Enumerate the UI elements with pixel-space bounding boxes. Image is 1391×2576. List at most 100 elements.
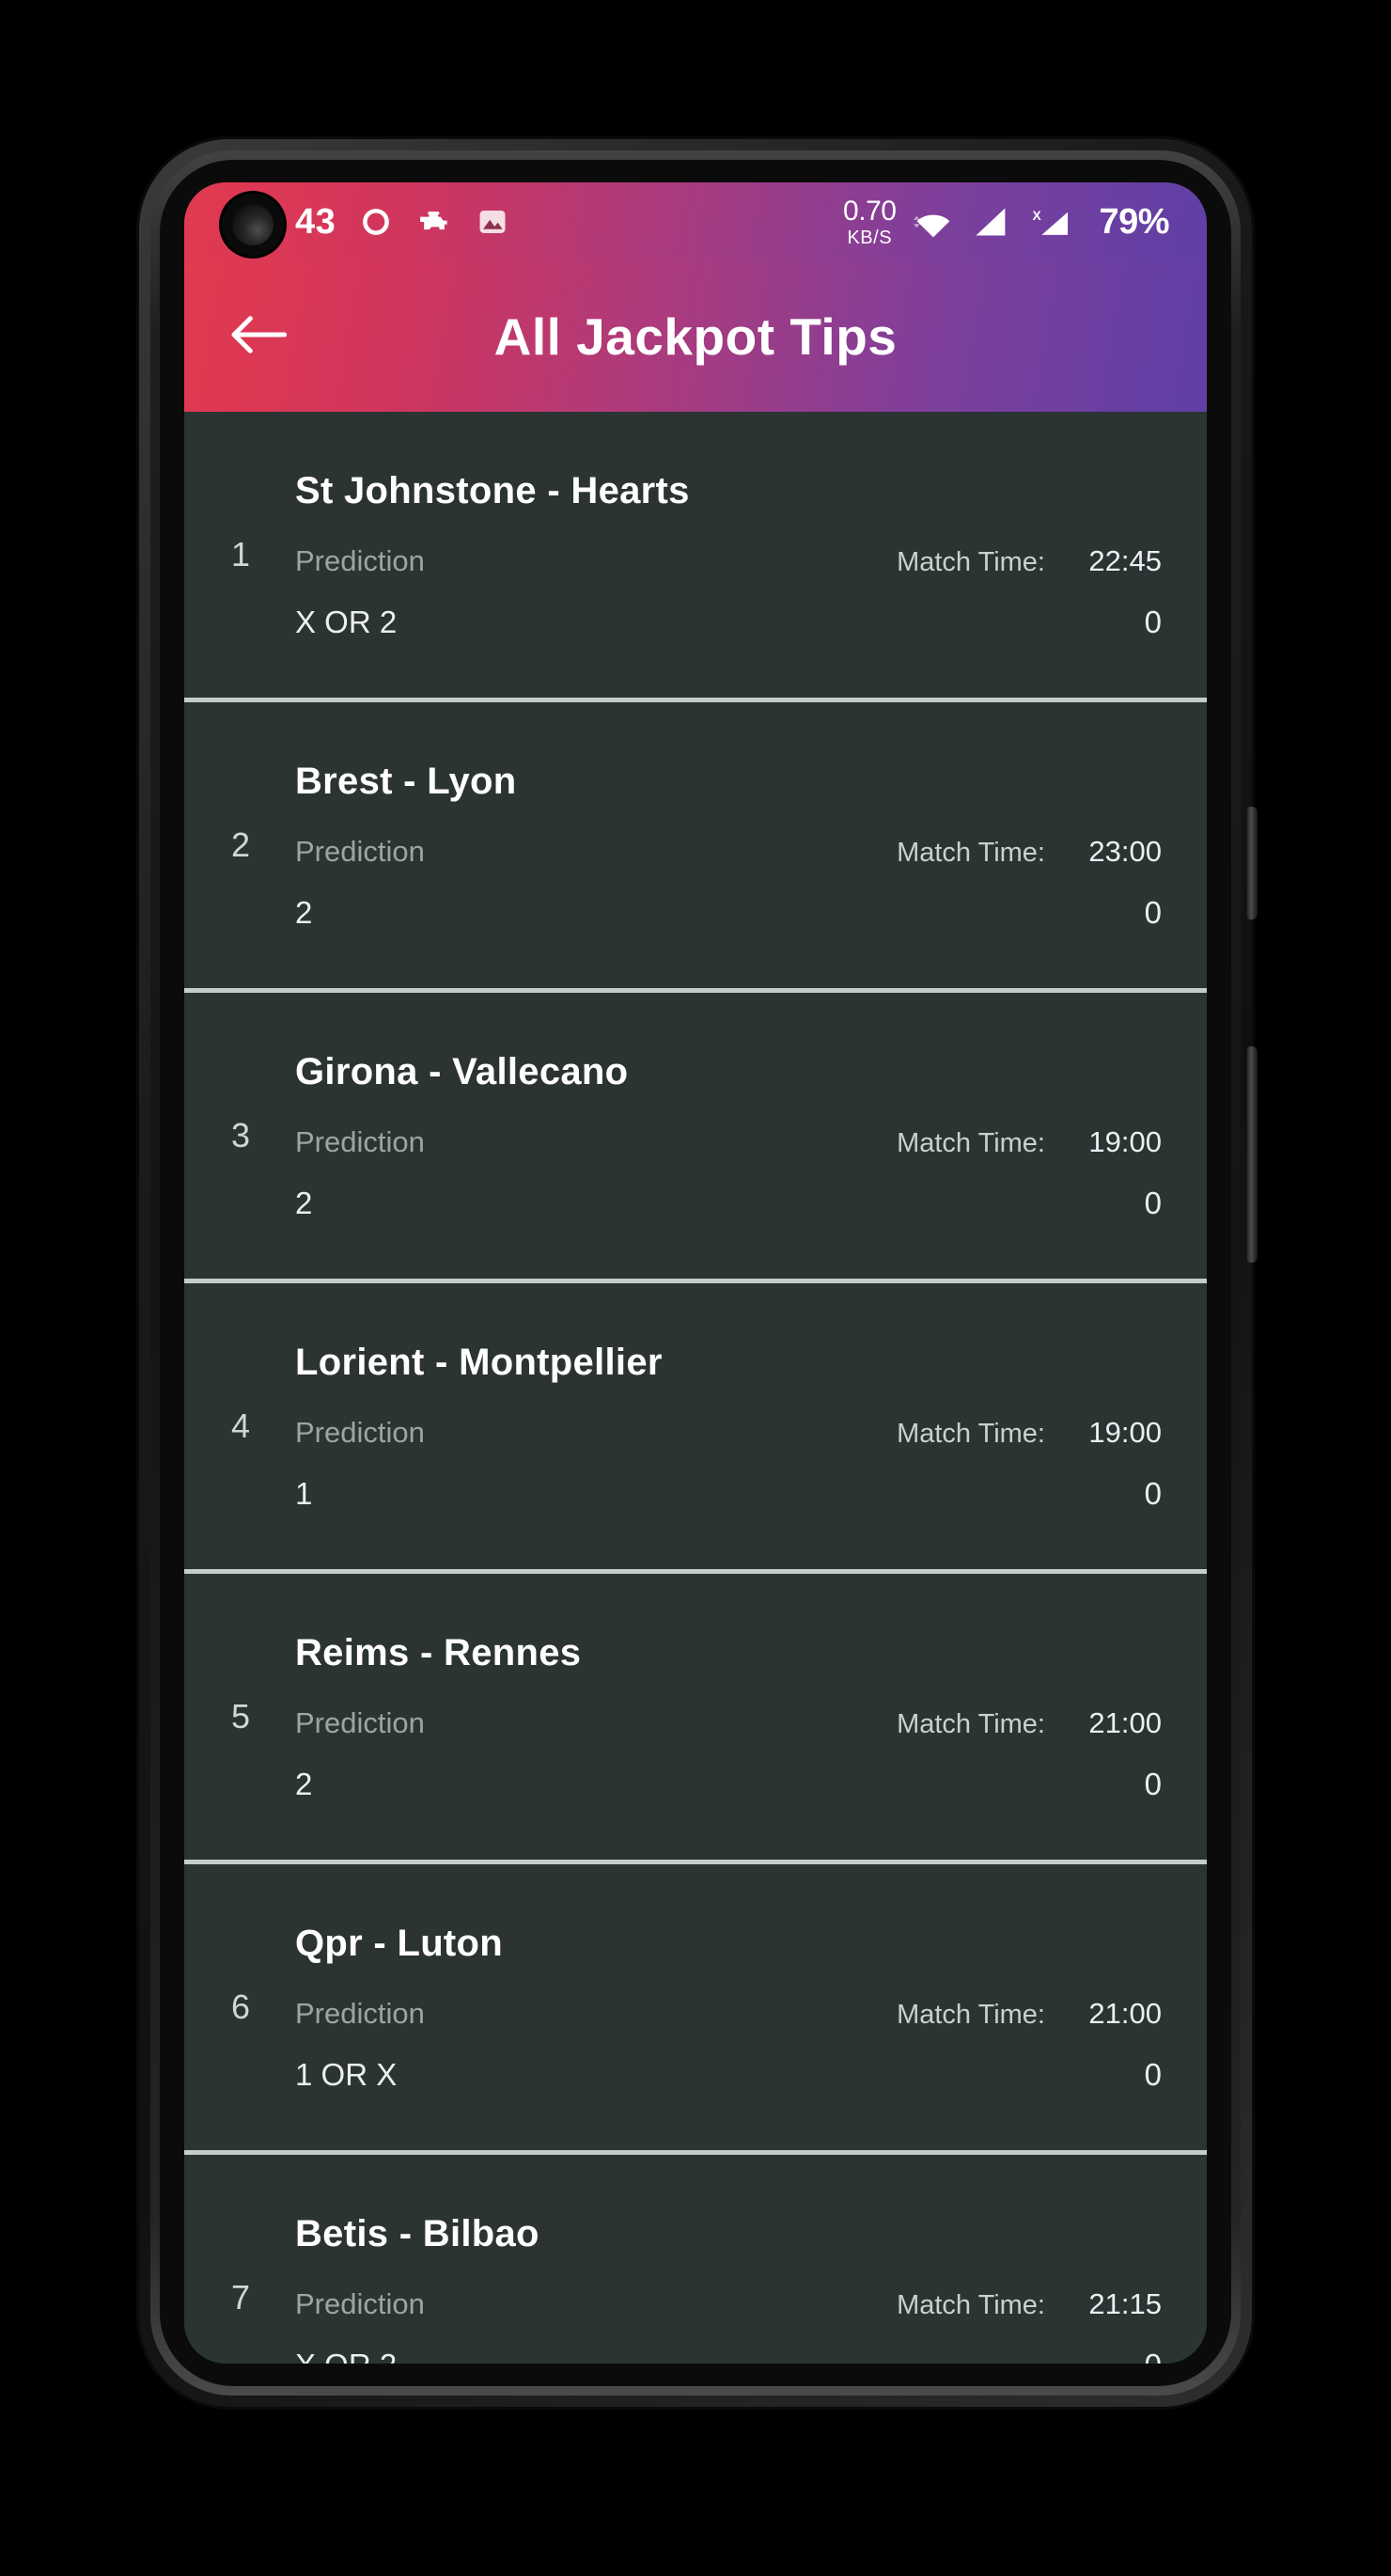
tip-match-name: St Johnstone - Hearts — [295, 469, 690, 511]
arrow-left-icon — [228, 313, 288, 361]
tip-row[interactable]: 3 Girona - Vallecano Prediction Match Time:… — [184, 993, 1207, 1283]
tip-match-name: Qpr - Luton — [295, 1922, 504, 1964]
tip-row[interactable]: 7 Betis - Bilbao Prediction Match Time: 21:1… — [184, 2155, 1207, 2364]
phone-screen: 43 0.70 KB/S X 79% All Jackpot Tips 1 St… — [184, 182, 1207, 2364]
tip-score-value: 0 — [1144, 2056, 1162, 2092]
tip-prediction-value: X OR 2 — [295, 604, 398, 639]
signal-bars-icon — [971, 206, 1008, 238]
tip-prediction-label: Prediction — [295, 1996, 425, 2030]
page-title: All Jackpot Tips — [493, 307, 898, 366]
tip-meta-line: Prediction Match Time: 19:00 — [295, 1416, 1162, 1450]
tip-meta-line: Prediction Match Time: 21:00 — [295, 1997, 1162, 2031]
tip-value-line: 20 — [295, 1186, 1162, 1221]
tip-match-time-value: 21:00 — [1088, 1705, 1162, 1739]
status-bar-clock: 43 — [295, 202, 336, 242]
tip-match-time-group: Match Time: 23:00 — [897, 835, 1162, 869]
tip-match-name: Lorient - Montpellier — [295, 1341, 663, 1383]
tip-prediction-label: Prediction — [295, 2286, 425, 2320]
tip-prediction-value: 2 — [295, 894, 313, 930]
tip-match-time-group: Match Time: 21:00 — [897, 1997, 1162, 2031]
tip-score-value: 0 — [1144, 1475, 1162, 1511]
tip-index: 5 — [230, 1697, 251, 1736]
tip-value-line: 20 — [295, 895, 1162, 931]
tip-score-value: 0 — [1144, 1766, 1162, 1801]
image-icon — [477, 206, 508, 238]
network-speed-indicator: 0.70 KB/S — [843, 195, 897, 247]
app-bar: All Jackpot Tips — [184, 261, 1207, 412]
tip-meta-line: Prediction Match Time: 21:15 — [295, 2287, 1162, 2321]
tip-value-line: X OR 2 0 — [295, 2348, 1162, 2364]
power-button[interactable] — [1247, 807, 1258, 919]
tip-match-time-label: Match Time: — [897, 837, 1045, 868]
tip-match-time-value: 21:00 — [1088, 1996, 1162, 2030]
tip-match-time-label: Match Time: — [897, 1127, 1045, 1158]
tip-score-value: 0 — [1144, 1185, 1162, 1220]
tip-prediction-label: Prediction — [295, 834, 425, 868]
tip-score-value: 0 — [1144, 894, 1162, 930]
tip-match-name: Brest - Lyon — [295, 760, 517, 802]
tip-index: 2 — [230, 825, 251, 864]
tip-meta-line: Prediction Match Time: 23:00 — [295, 835, 1162, 869]
tip-index: 1 — [230, 535, 251, 573]
svg-text:X: X — [1033, 208, 1042, 223]
tip-match-time-value: 21:15 — [1088, 2286, 1162, 2320]
tip-match-time-label: Match Time: — [897, 1418, 1045, 1449]
tip-row[interactable]: 4 Lorient - Montpellier Prediction Match Ti… — [184, 1283, 1207, 1574]
tip-row[interactable]: 2 Brest - Lyon Prediction Match Time: 23:00 2… — [184, 702, 1207, 993]
jackpot-tips-list[interactable]: 1 St Johnstone - Hearts Prediction Match Ti… — [184, 412, 1207, 2364]
tip-body: Reims - Rennes Prediction Match Time: 21:00… — [269, 1632, 1162, 1802]
status-bar-right: 0.70 KB/S X 79% — [843, 195, 1169, 247]
status-bar-left: 43 — [295, 204, 508, 240]
tip-meta-line: Prediction Match Time: 19:00 — [295, 1125, 1162, 1159]
status-bar: 43 0.70 KB/S X 79% — [184, 182, 1207, 261]
tip-match-time-value: 19:00 — [1088, 1124, 1162, 1158]
tip-prediction-label: Prediction — [295, 1415, 425, 1449]
tip-match-time-label: Match Time: — [897, 2289, 1045, 2320]
tip-row[interactable]: 1 St Johnstone - Hearts Prediction Match Ti… — [184, 412, 1207, 702]
tip-score-value: 0 — [1071, 2348, 1162, 2364]
tip-match-name: Betis - Bilbao — [295, 2212, 539, 2254]
tip-match-time-group: Match Time: 21:00 — [897, 1706, 1162, 1740]
tip-match-time-group: Match Time: 19:00 — [897, 1125, 1162, 1159]
back-button[interactable] — [222, 301, 293, 372]
network-speed-value: 0.70 — [843, 195, 897, 227]
tip-body: Betis - Bilbao Prediction Match Time: 21:15… — [269, 2213, 1162, 2364]
tip-prediction-label: Prediction — [295, 1705, 425, 1739]
tip-prediction-value: X OR 2 — [295, 2348, 397, 2364]
tip-match-name: Reims - Rennes — [295, 1631, 582, 1673]
tip-prediction-label: Prediction — [295, 543, 425, 577]
tip-prediction-value: 2 — [295, 1766, 313, 1801]
record-circle-icon — [360, 206, 392, 238]
tip-value-line: X OR 2 0 — [295, 605, 1162, 640]
front-camera-punch-hole — [222, 194, 284, 256]
tip-prediction-value: 1 — [295, 1475, 313, 1511]
tip-meta-line: Prediction Match Time: 21:00 — [295, 1706, 1162, 1740]
tip-value-line: 1 OR X 0 — [295, 2057, 1162, 2093]
screenshot-canvas: 43 0.70 KB/S X 79% All Jackpot Tips 1 St… — [0, 0, 1391, 2576]
wifi-icon — [913, 205, 954, 239]
tip-match-time-value: 19:00 — [1088, 1415, 1162, 1449]
signal-bars-no-sim-icon: X — [1025, 206, 1074, 238]
tip-match-time-group: Match Time: 22:45 — [897, 544, 1162, 578]
tip-match-time-value: 22:45 — [1088, 543, 1162, 577]
tip-body: Qpr - Luton Prediction Match Time: 21:00 1 O… — [269, 1923, 1162, 2093]
volume-rocker-button[interactable] — [1247, 1046, 1258, 1263]
tip-body: Lorient - Montpellier Prediction Match Tim… — [269, 1342, 1162, 1512]
tip-match-time-value: 23:00 — [1088, 834, 1162, 868]
tip-prediction-value: 2 — [295, 1185, 313, 1220]
tip-value-line: 10 — [295, 1476, 1162, 1512]
tip-score-value: 0 — [1144, 604, 1162, 639]
tip-match-name: Girona - Vallecano — [295, 1050, 629, 1092]
tip-row[interactable]: 5 Reims - Rennes Prediction Match Time: 21:0… — [184, 1574, 1207, 1864]
tip-body: Girona - Vallecano Prediction Match Time: 1… — [269, 1051, 1162, 1221]
tip-value-line: 20 — [295, 1767, 1162, 1802]
tip-index: 4 — [230, 1406, 251, 1445]
tip-index: 3 — [230, 1116, 251, 1154]
tip-prediction-value: 1 OR X — [295, 2056, 398, 2092]
tip-index: 7 — [230, 2278, 251, 2317]
tip-prediction-label: Prediction — [295, 1124, 425, 1158]
car-engine-icon — [416, 208, 452, 236]
tip-match-time-group: Match Time: 21:15 — [897, 2287, 1162, 2321]
tip-row[interactable]: 6 Qpr - Luton Prediction Match Time: 21:00 1 … — [184, 1864, 1207, 2155]
tip-index: 6 — [230, 1987, 251, 2026]
